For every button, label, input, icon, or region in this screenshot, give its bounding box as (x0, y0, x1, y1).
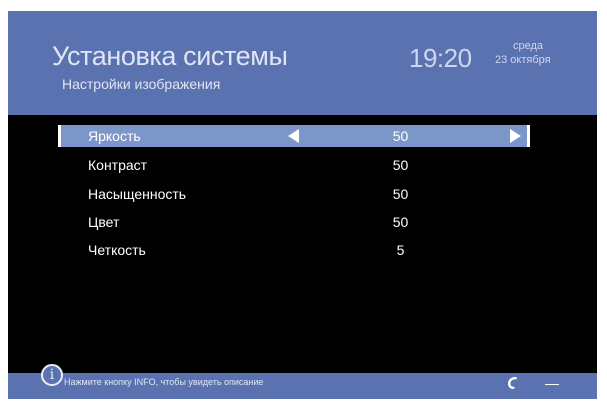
menu-item-color[interactable]: Цвет 50 (58, 211, 530, 233)
menu-item-value: 50 (392, 128, 409, 144)
menu-item-label: Насыщенность (88, 186, 187, 202)
logo-mark-icon (508, 377, 517, 389)
page-subtitle: Настройки изображения (62, 76, 221, 92)
settings-menu: Яркость 50 Контраст 50 Насыщенность 50 Ц… (58, 115, 530, 357)
menu-item-label: Контраст (88, 157, 148, 173)
tv-screen: Установка системы Настройки изображения … (8, 11, 597, 399)
menu-item-label: Четкость (88, 242, 146, 258)
menu-item-label: Яркость (88, 128, 141, 144)
menu-item-value: 5 (396, 242, 405, 258)
rostelecom-logo-icon (507, 376, 567, 392)
page-title: Установка системы (52, 41, 288, 71)
footer-hint: Нажмите кнопку INFO, чтобы увидеть описа… (64, 377, 264, 387)
menu-item-value: 50 (392, 214, 409, 230)
header-bar: Установка системы Настройки изображения … (8, 11, 597, 115)
menu-item-brightness[interactable]: Яркость 50 (58, 125, 530, 147)
arrow-left-icon[interactable] (288, 129, 299, 143)
date: 23 октября (495, 54, 551, 66)
clock: 19:20 (409, 43, 472, 73)
menu-item-saturation[interactable]: Насыщенность 50 (58, 183, 530, 205)
menu-item-contrast[interactable]: Контраст 50 (58, 154, 530, 176)
info-icon[interactable]: i (41, 364, 63, 386)
menu-item-label: Цвет (88, 214, 120, 230)
menu-item-value: 50 (392, 186, 409, 202)
arrow-right-icon[interactable] (510, 129, 521, 143)
weekday: среда (513, 40, 544, 52)
menu-item-value: 50 (392, 157, 409, 173)
logo-underline (545, 381, 559, 385)
menu-item-sharpness[interactable]: Четкость 5 (58, 239, 530, 261)
